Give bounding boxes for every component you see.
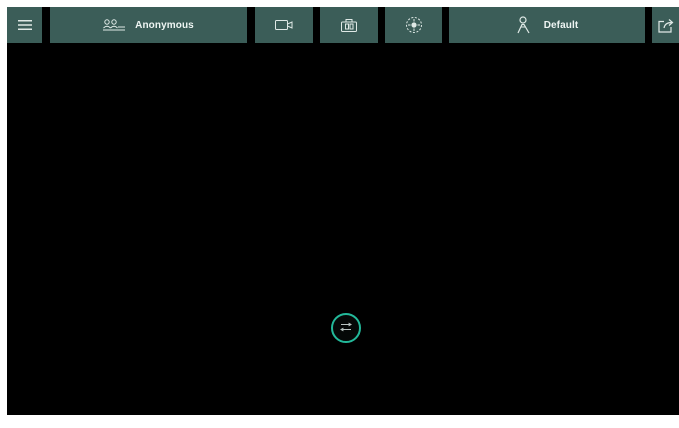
video-mode-button[interactable] [255, 7, 313, 43]
top-toolbar: Anonymous Default [7, 7, 679, 44]
person-preset-icon [516, 16, 532, 34]
photo-camera-icon [341, 18, 357, 32]
share-export-icon [657, 18, 674, 33]
swap-exchange-icon [339, 319, 353, 337]
video-camera-icon [275, 19, 293, 31]
menu-button[interactable] [7, 7, 42, 43]
share-button[interactable] [652, 7, 679, 43]
preset-label: Default [543, 19, 579, 31]
profile-label: Anonymous [135, 19, 194, 31]
camera-swap-button[interactable] [331, 313, 361, 343]
preset-button[interactable]: Default [449, 7, 645, 43]
photo-mode-button[interactable] [320, 7, 378, 43]
profile-button[interactable]: Anonymous [50, 7, 247, 43]
focus-button[interactable] [385, 7, 442, 43]
camera-viewport[interactable]: Anonymous Default [7, 7, 679, 415]
profiles-icon [103, 19, 126, 31]
app-window: Anonymous Default [0, 0, 679, 428]
hamburger-menu-icon [17, 19, 32, 31]
crosshair-target-icon [405, 16, 423, 34]
